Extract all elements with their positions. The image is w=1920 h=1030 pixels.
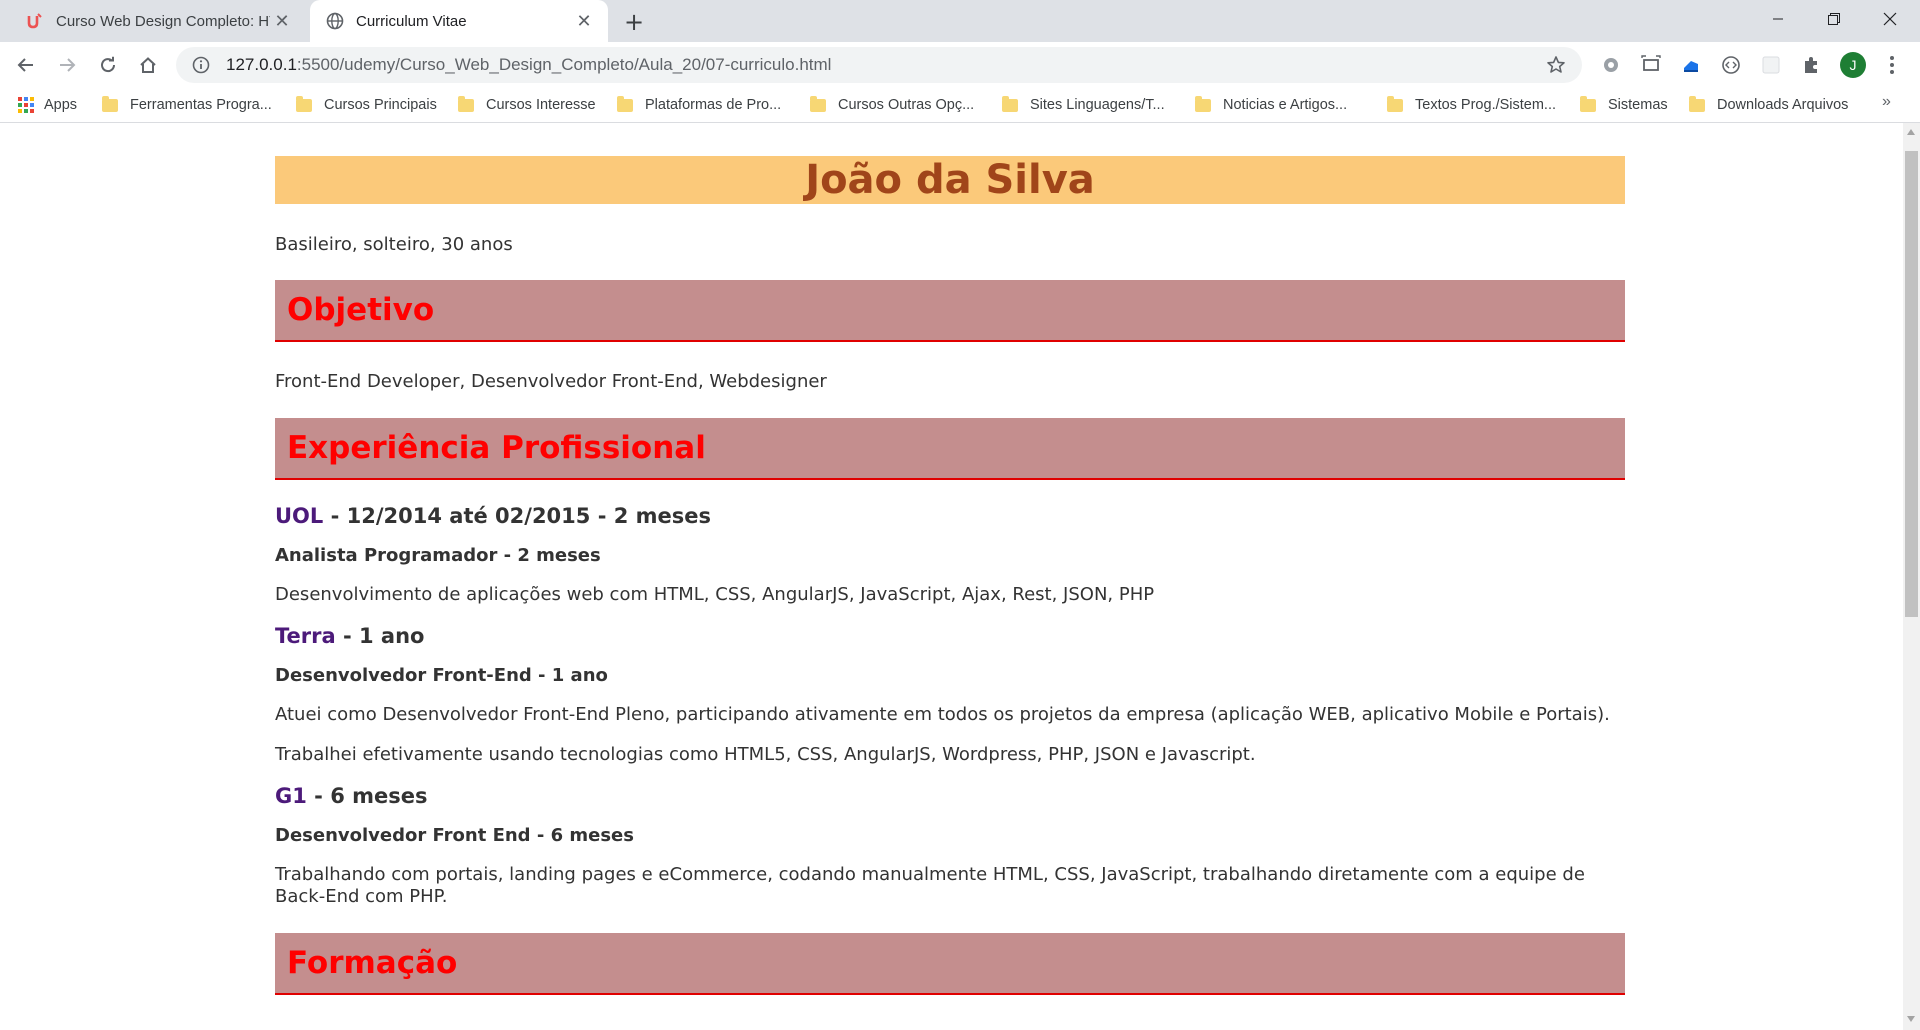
browser-toolbar: 127.0.0.1:5500/udemy/Curso_Web_Design_Co… — [0, 42, 1920, 88]
objective-text: Front-End Developer, Desenvolvedor Front… — [275, 371, 827, 392]
scrollbar-thumb[interactable] — [1905, 151, 1918, 617]
tab-strip: Curso Web Design Completo: HT ✕ Curricul… — [0, 0, 1920, 42]
section-experience-heading: Experiência Profissional — [275, 418, 1625, 480]
job-heading: G1 - 6 meses — [275, 784, 1625, 808]
bookmarks-overflow-chevron-icon[interactable]: » — [1882, 93, 1891, 117]
extension-blank-icon[interactable] — [1758, 52, 1784, 78]
bookmark-star-icon[interactable] — [1544, 53, 1568, 77]
url-host: 127.0.0.1 — [226, 55, 297, 74]
bookmark-label: Cursos Principais — [324, 97, 437, 113]
code-extension-icon[interactable] — [1718, 52, 1744, 78]
folder-icon — [810, 95, 826, 112]
bookmark-folder[interactable]: Downloads Arquivos — [1689, 93, 1848, 117]
close-tab-icon[interactable]: ✕ — [572, 9, 596, 33]
home-icon[interactable] — [132, 49, 164, 81]
folder-icon — [617, 95, 633, 112]
bookmark-label: Downloads Arquivos — [1717, 97, 1849, 113]
job-period: - 1 ano — [335, 624, 425, 648]
folder-icon — [1580, 95, 1596, 112]
folder-icon — [102, 95, 118, 112]
curriculum-content: João da Silva Basileiro, solteiro, 30 an… — [275, 156, 1625, 995]
site-info-icon[interactable] — [190, 54, 212, 76]
tab-title: Curriculum Vitae — [356, 12, 467, 30]
job-description: Desenvolvimento de aplicações web com HT… — [275, 584, 1155, 605]
job-heading: Terra - 1 ano — [275, 624, 1625, 648]
bookmark-folder[interactable]: Plataformas de Pro... — [617, 93, 781, 117]
scroll-down-arrow-icon[interactable] — [1907, 1016, 1915, 1022]
bookmark-label: Plataformas de Pro... — [645, 97, 782, 113]
bookmark-folder[interactable]: Sistemas — [1580, 93, 1668, 117]
scroll-up-arrow-icon[interactable] — [1907, 129, 1915, 135]
url-text[interactable]: 127.0.0.1:5500/udemy/Curso_Web_Design_Co… — [226, 55, 1544, 75]
bookmark-label: Sites Linguagens/T... — [1030, 97, 1165, 113]
reload-icon[interactable] — [92, 49, 124, 81]
folder-icon — [1195, 95, 1211, 112]
bookmark-label: Cursos Interesse — [486, 97, 596, 113]
page-scrollbar[interactable] — [1903, 123, 1920, 1030]
bookmark-label: Sistemas — [1608, 97, 1668, 113]
job-role: Desenvolvedor Front-End - 1 ano — [275, 665, 608, 686]
page-viewport: João da Silva Basileiro, solteiro, 30 an… — [0, 123, 1903, 1030]
personal-info: Basileiro, solteiro, 30 anos — [275, 234, 513, 255]
bookmark-label: Textos Prog./Sistem... — [1415, 97, 1557, 113]
udemy-logo-icon — [26, 12, 44, 30]
extension-gear-icon[interactable] — [1598, 52, 1624, 78]
restore-window-button[interactable] — [1806, 0, 1862, 38]
profile-avatar[interactable]: J — [1840, 52, 1866, 78]
folder-icon — [296, 95, 312, 112]
extensions-puzzle-icon[interactable] — [1798, 52, 1824, 78]
bookmark-folder[interactable]: Cursos Interesse — [458, 93, 596, 117]
back-arrow-icon[interactable] — [10, 49, 42, 81]
folder-icon — [458, 95, 474, 112]
bookmark-folder[interactable]: Textos Prog./Sistem... — [1387, 93, 1556, 117]
folder-icon — [1002, 95, 1018, 112]
bookmark-folder[interactable]: Ferramentas Progra... — [102, 93, 272, 117]
company-link[interactable]: UOL — [275, 504, 323, 528]
job-description: Atuei como Desenvolvedor Front-End Pleno… — [275, 704, 1610, 725]
close-tab-icon[interactable]: ✕ — [270, 9, 294, 33]
address-bar[interactable]: 127.0.0.1:5500/udemy/Curso_Web_Design_Co… — [176, 47, 1582, 83]
bookmarks-bar: Apps Ferramentas Progra... Cursos Princi… — [0, 88, 1920, 123]
bookmark-folder[interactable]: Cursos Principais — [296, 93, 437, 117]
url-path: :5500/udemy/Curso_Web_Design_Completo/Au… — [296, 55, 832, 74]
job-role: Desenvolvedor Front End - 6 meses — [275, 825, 634, 846]
job-period: - 6 meses — [306, 784, 428, 808]
job-period: - 12/2014 até 02/2015 - 2 meses — [323, 504, 712, 528]
bookmark-folder[interactable]: Sites Linguagens/T... — [1002, 93, 1165, 117]
screen-capture-icon[interactable] — [1638, 52, 1664, 78]
job-heading: UOL - 12/2014 até 02/2015 - 2 meses — [275, 504, 1625, 528]
tab-curriculum-vitae[interactable]: Curriculum Vitae ✕ — [310, 0, 608, 42]
bookmark-folder[interactable]: Noticias e Artigos... — [1195, 93, 1347, 117]
company-link[interactable]: Terra — [275, 624, 336, 648]
job-description: Trabalhando com portais, landing pages e… — [275, 864, 1585, 907]
bookmark-label: Noticias e Artigos... — [1223, 97, 1348, 113]
minimize-window-button[interactable] — [1750, 0, 1806, 38]
close-window-button[interactable] — [1862, 0, 1918, 38]
folder-icon — [1689, 95, 1705, 112]
job-description: Trabalhei efetivamente usando tecnologia… — [275, 744, 1256, 765]
bookmark-apps[interactable]: Apps — [18, 93, 77, 117]
apps-grid-icon — [18, 97, 34, 113]
new-tab-button[interactable]: + — [620, 8, 648, 36]
browser-menu-icon[interactable] — [1880, 52, 1904, 78]
job-role: Analista Programador - 2 meses — [275, 545, 601, 566]
company-link[interactable]: G1 — [275, 784, 307, 808]
name-heading: João da Silva — [275, 156, 1625, 204]
section-objective-heading: Objetivo — [275, 280, 1625, 342]
forward-arrow-icon[interactable] — [51, 49, 83, 81]
bookmark-label: Ferramentas Progra... — [130, 97, 272, 113]
bookmark-label: Cursos Outras Opç... — [838, 97, 975, 113]
globe-icon — [326, 12, 344, 30]
tab-udemy-course[interactable]: Curso Web Design Completo: HT ✕ — [10, 0, 306, 42]
section-education-heading: Formação — [275, 933, 1625, 995]
bookmark-folder[interactable]: Cursos Outras Opç... — [810, 93, 974, 117]
tab-title: Curso Web Design Completo: HT — [56, 12, 270, 30]
extension-blue-icon[interactable] — [1678, 52, 1704, 78]
folder-icon — [1387, 95, 1403, 112]
bookmark-label: Apps — [44, 97, 78, 113]
